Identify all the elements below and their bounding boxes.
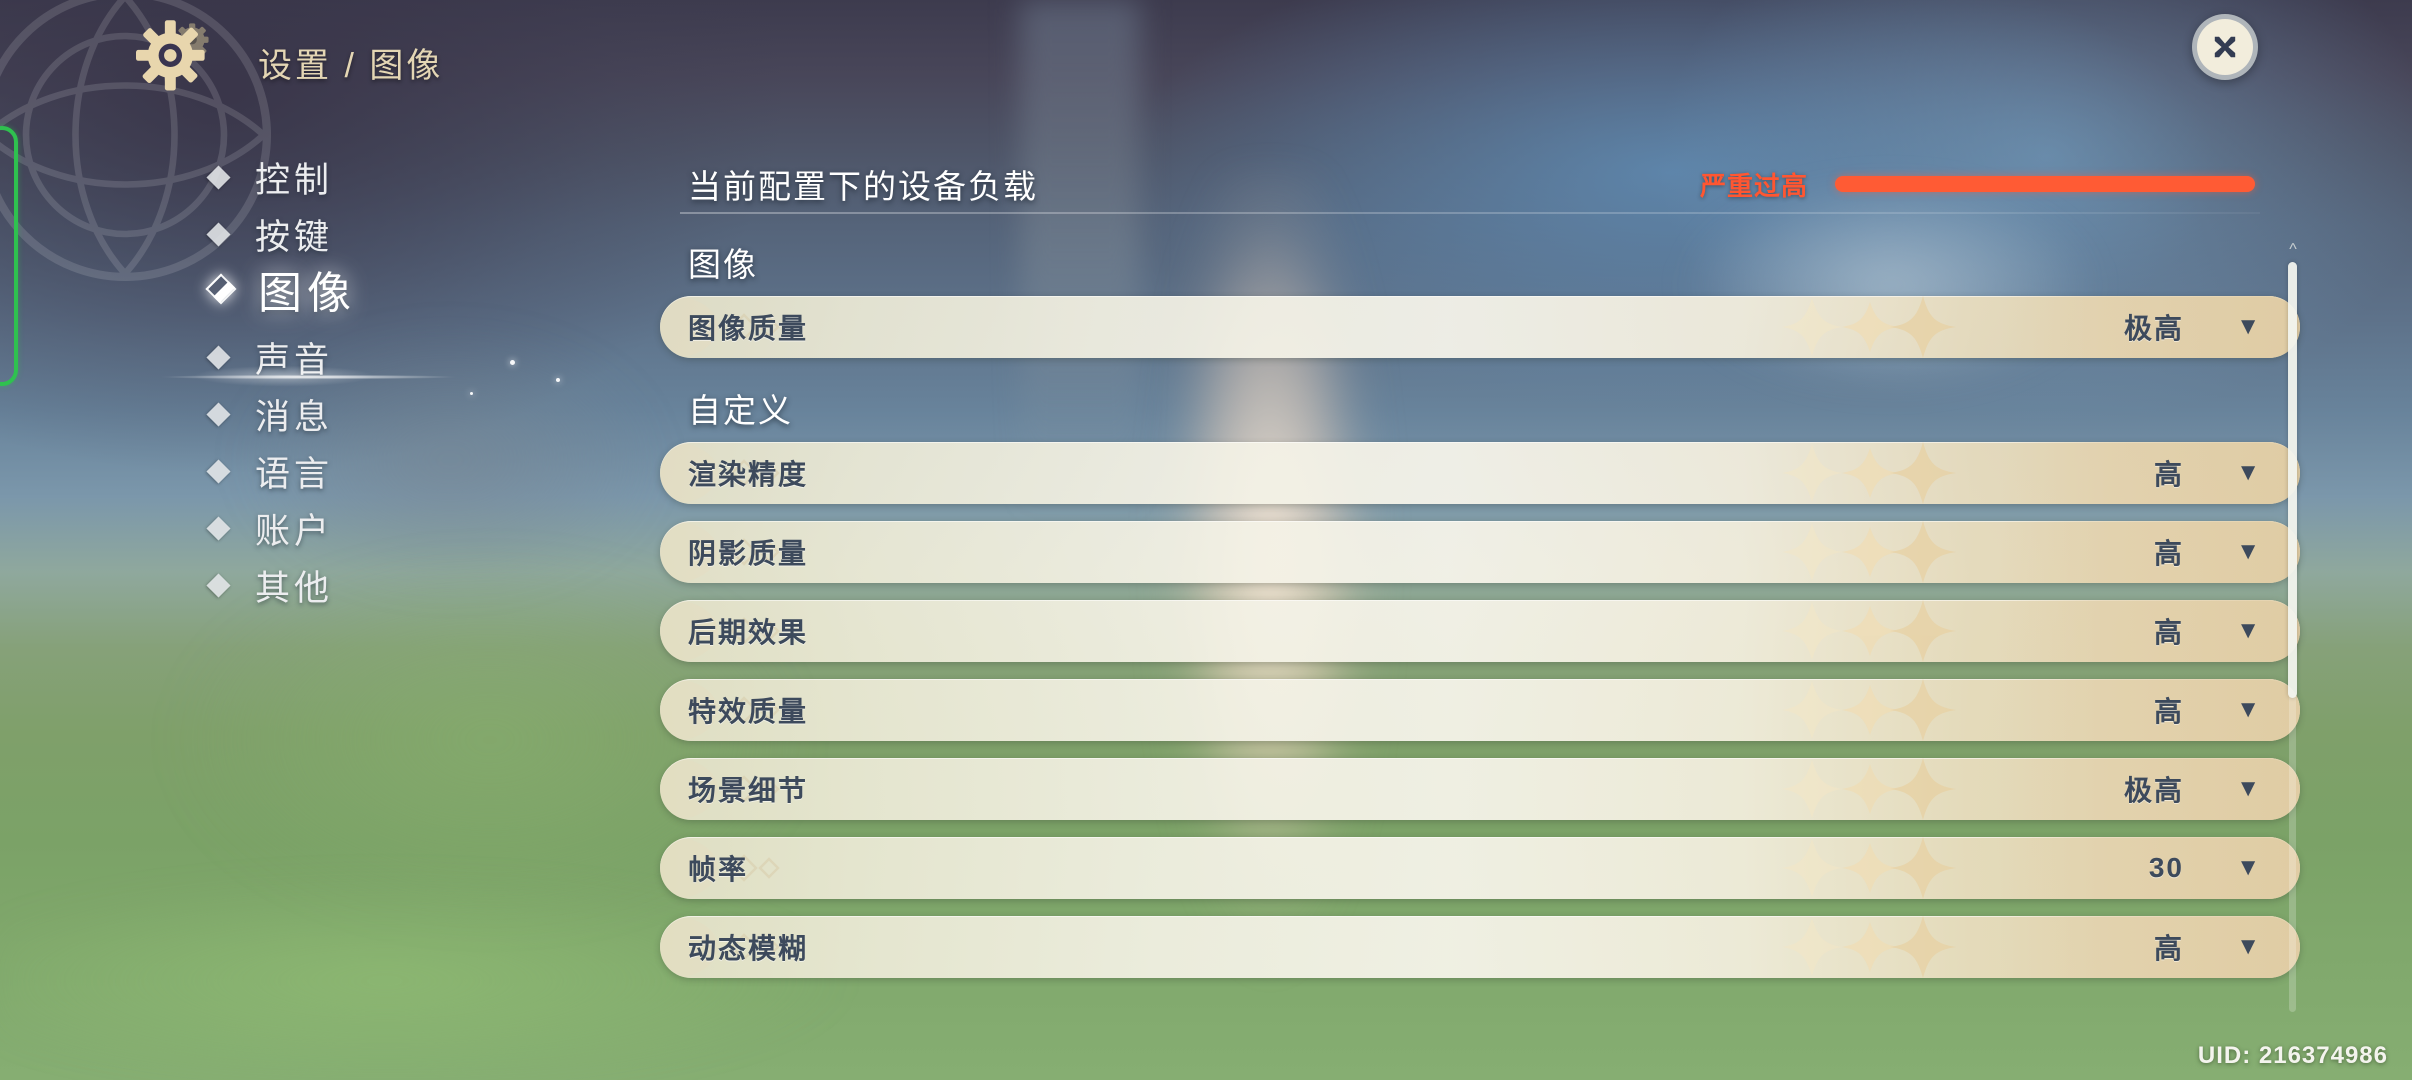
sidebar-item-audio[interactable]: 声音 bbox=[206, 328, 334, 386]
diamond-bullet-icon bbox=[205, 273, 237, 305]
header-divider bbox=[680, 212, 2260, 214]
row-sparkle-decoration bbox=[1760, 837, 2010, 899]
sidebar-item-messages[interactable]: 消息 bbox=[206, 385, 334, 443]
device-load-bar-track bbox=[1835, 176, 2255, 192]
sidebar-item-controls[interactable]: 控制 bbox=[206, 148, 334, 206]
close-button[interactable] bbox=[2192, 14, 2258, 80]
setting-row-render-resolution[interactable]: 渲染精度 高 ▼ bbox=[660, 442, 2300, 504]
sidebar-item-label: 语言 bbox=[255, 454, 334, 494]
diamond-bullet-icon bbox=[206, 458, 231, 484]
device-load-status-badge: 严重过高 bbox=[1700, 171, 1809, 201]
sidebar-item-label: 按键 bbox=[255, 217, 334, 257]
setting-row-post-processing[interactable]: 后期效果 高 ▼ bbox=[660, 600, 2300, 662]
row-sparkle-decoration bbox=[1760, 679, 2010, 741]
sidebar-item-label: 消息 bbox=[255, 397, 334, 437]
chevron-down-icon[interactable]: ▼ bbox=[2236, 600, 2260, 662]
setting-value: 高 bbox=[2153, 617, 2184, 648]
scroll-up-arrow-icon[interactable]: ^ bbox=[2283, 242, 2303, 258]
device-load-row: 当前配置下的设备负载 严重过高 bbox=[660, 150, 2300, 214]
section-title-graphics: 图像 bbox=[688, 246, 758, 283]
chevron-down-icon[interactable]: ▼ bbox=[2236, 442, 2260, 504]
uid-label: UID: 216374986 bbox=[2197, 1042, 2388, 1069]
diamond-bullet-icon bbox=[206, 221, 231, 247]
diamond-bullet-icon bbox=[206, 401, 231, 427]
sidebar-item-label: 图像 bbox=[258, 269, 356, 318]
sidebar-item-other[interactable]: 其他 bbox=[206, 556, 334, 614]
setting-label: 渲染精度 bbox=[688, 459, 809, 490]
setting-row-environment-detail[interactable]: 场景细节 极高 ▼ bbox=[660, 758, 2300, 820]
sidebar-item-label: 账户 bbox=[255, 511, 334, 551]
setting-row-shadow-quality[interactable]: 阴影质量 高 ▼ bbox=[660, 521, 2300, 583]
setting-row-motion-blur[interactable]: 动态模糊 高 ▼ bbox=[660, 916, 2300, 978]
chevron-down-icon[interactable]: ▼ bbox=[2236, 837, 2260, 899]
row-diamond-decoration bbox=[660, 837, 840, 899]
setting-label: 特效质量 bbox=[688, 696, 809, 727]
focus-highlight-outline bbox=[0, 126, 18, 386]
settings-content: 当前配置下的设备负载 严重过高 图像 图像质量 极高 ▼ 自定义 渲染精度 高 … bbox=[660, 150, 2300, 978]
breadcrumb: 设置 / 图像 bbox=[258, 47, 444, 85]
close-icon bbox=[2214, 36, 2236, 58]
chevron-down-icon[interactable]: ▼ bbox=[2236, 679, 2260, 741]
setting-label: 帧率 bbox=[688, 854, 749, 885]
setting-value: 高 bbox=[2153, 696, 2184, 727]
diamond-bullet-icon bbox=[206, 164, 231, 190]
sidebar-item-graphics[interactable]: 图像 bbox=[205, 260, 356, 318]
setting-label: 动态模糊 bbox=[688, 933, 809, 964]
setting-row-vfx-quality[interactable]: 特效质量 高 ▼ bbox=[660, 679, 2300, 741]
glow-spark bbox=[510, 360, 515, 365]
diamond-bullet-icon bbox=[206, 572, 231, 598]
setting-value: 高 bbox=[2153, 538, 2184, 569]
setting-label: 阴影质量 bbox=[688, 538, 809, 569]
row-sparkle-decoration bbox=[1760, 916, 2010, 978]
chevron-down-icon[interactable]: ▼ bbox=[2236, 296, 2260, 358]
gear-icon bbox=[136, 14, 214, 92]
setting-row-image-quality[interactable]: 图像质量 极高 ▼ bbox=[660, 296, 2300, 358]
device-load-title: 当前配置下的设备负载 bbox=[688, 168, 1038, 205]
glow-spark bbox=[556, 378, 560, 382]
diamond-bullet-icon bbox=[206, 515, 231, 541]
setting-label: 场景细节 bbox=[688, 775, 809, 806]
section-title-custom: 自定义 bbox=[688, 392, 793, 429]
setting-label: 图像质量 bbox=[688, 313, 809, 344]
setting-label: 后期效果 bbox=[688, 617, 809, 648]
chevron-down-icon[interactable]: ▼ bbox=[2236, 758, 2260, 820]
sidebar-item-label: 其他 bbox=[255, 568, 334, 608]
diamond-bullet-icon bbox=[206, 344, 231, 370]
setting-row-fps[interactable]: 帧率 30 ▼ bbox=[660, 837, 2300, 899]
setting-value: 高 bbox=[2153, 459, 2184, 490]
row-sparkle-decoration bbox=[1760, 442, 2010, 504]
device-load-bar-fill bbox=[1835, 176, 2255, 192]
row-sparkle-decoration bbox=[1760, 600, 2010, 662]
chevron-down-icon[interactable]: ▼ bbox=[2236, 521, 2260, 583]
sidebar-item-keybindings[interactable]: 按键 bbox=[206, 205, 334, 263]
header-bar: 设置 / 图像 bbox=[0, 0, 2412, 118]
setting-value: 极高 bbox=[2123, 775, 2184, 806]
row-sparkle-decoration bbox=[1760, 296, 2010, 358]
scrollbar-thumb[interactable] bbox=[2288, 262, 2297, 698]
settings-screen: 设置 / 图像 控制 按键 图像 声音 消息 语言 账户 其他 当前配置下的设备… bbox=[0, 0, 2412, 1080]
setting-value: 极高 bbox=[2123, 313, 2184, 344]
glow-spark bbox=[470, 392, 473, 395]
sidebar-item-label: 控制 bbox=[255, 160, 334, 200]
sidebar-item-label: 声音 bbox=[255, 340, 334, 380]
sidebar-item-account[interactable]: 账户 bbox=[206, 499, 334, 557]
sidebar-item-language[interactable]: 语言 bbox=[206, 442, 334, 500]
chevron-down-icon[interactable]: ▼ bbox=[2236, 916, 2260, 978]
setting-value: 30 bbox=[2148, 852, 2184, 883]
setting-value: 高 bbox=[2153, 933, 2184, 964]
row-sparkle-decoration bbox=[1760, 758, 2010, 820]
sidebar-nav: 控制 按键 图像 声音 消息 语言 账户 其他 bbox=[205, 148, 540, 848]
row-sparkle-decoration bbox=[1760, 521, 2010, 583]
